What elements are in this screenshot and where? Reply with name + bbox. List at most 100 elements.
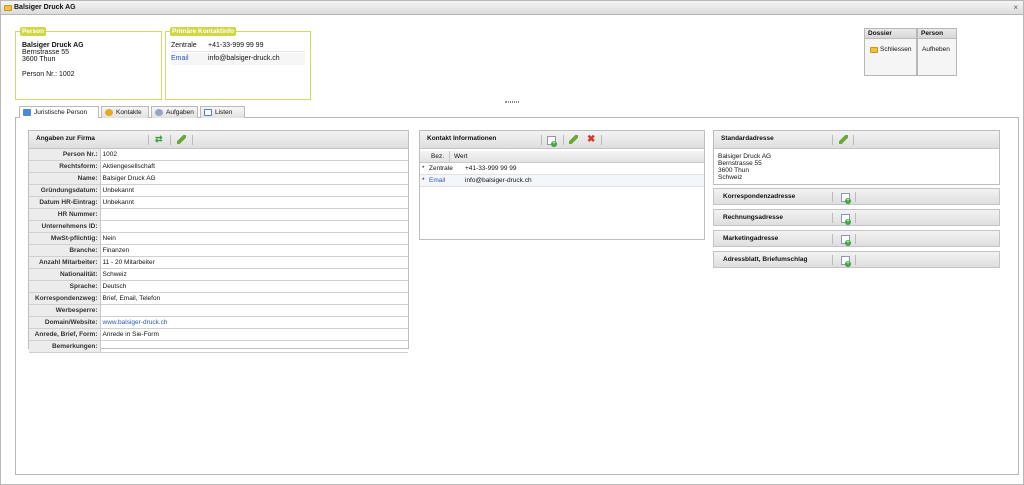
divider xyxy=(832,234,833,244)
tab-listen[interactable]: Listen xyxy=(200,106,245,118)
person-toolbar-group: Person Aufheben xyxy=(917,28,957,76)
field-value: Unbekannt xyxy=(100,184,408,198)
field-label: Gründungsdatum: xyxy=(29,184,101,198)
field-value: Deutsch xyxy=(100,280,408,294)
col-wert-header[interactable]: Wert xyxy=(454,153,468,160)
field-label: Sprache: xyxy=(29,280,101,294)
field-label: Anrede, Brief, Form: xyxy=(29,328,101,342)
splitter-handle[interactable] xyxy=(505,101,519,103)
add-icon[interactable] xyxy=(841,256,851,267)
contact-key[interactable]: Email xyxy=(171,53,189,65)
add-icon[interactable] xyxy=(841,193,851,204)
field-row: Domain/Website: www.balsiger-druck.ch xyxy=(29,316,408,330)
close-button[interactable]: × xyxy=(1013,3,1018,12)
dossier-toolbar-group: Dossier Schliessen xyxy=(864,28,917,76)
title-bar: Balsiger Druck AG × xyxy=(1,1,1023,15)
contact-row: Email info@balsiger-druck.ch xyxy=(171,53,305,65)
field-row: Branche: Finanzen xyxy=(29,244,408,258)
contact-info-title: Kontakt Informationen xyxy=(427,135,497,142)
field-label: Nationalität: xyxy=(29,268,101,282)
tab-kontakte[interactable]: Kontakte xyxy=(101,106,149,118)
tab-label: Aufgaben xyxy=(166,109,194,116)
close-dossier-button[interactable]: Schliessen xyxy=(880,46,911,53)
field-value: Schweiz xyxy=(100,268,408,282)
company-panel-title: Angaben zur Firma xyxy=(36,135,95,142)
korrespondenzadresse-bar[interactable]: Korrespondenzadresse xyxy=(713,188,1000,205)
contact-wert: info@balsiger-druck.ch xyxy=(465,177,532,184)
tab-aufgaben[interactable]: Aufgaben xyxy=(151,106,198,118)
field-row: Unternehmens ID: xyxy=(29,220,408,234)
delete-icon[interactable]: ✖ xyxy=(587,135,596,145)
divider xyxy=(832,192,833,202)
tab-label: Kontakte xyxy=(116,109,142,116)
contact-wert: +41-33-999 99 99 xyxy=(465,165,517,172)
field-label: Datum HR-Eintrag: xyxy=(29,196,101,210)
tab-content: Angaben zur Firma ⇄ Person Nr.: 1002 Recht… xyxy=(15,118,1019,475)
divider xyxy=(148,135,149,145)
add-icon[interactable] xyxy=(841,214,851,225)
adressblatt-bar[interactable]: Adressblatt, Briefumschlag xyxy=(713,251,1000,268)
field-row: HR Nummer: xyxy=(29,208,408,222)
field-value: Balsiger Druck AG xyxy=(100,172,408,186)
edit-icon[interactable] xyxy=(839,135,848,144)
divider xyxy=(855,192,856,202)
divider xyxy=(192,135,193,145)
rechnungsadresse-bar[interactable]: Rechnungsadresse xyxy=(713,209,1000,226)
marketingadresse-bar[interactable]: Marketingadresse xyxy=(713,230,1000,247)
field-value: Unbekannt xyxy=(100,196,408,210)
field-label: Unternehmens ID: xyxy=(29,220,101,234)
field-row: Name: Balsiger Druck AG xyxy=(29,172,408,186)
contact-grid-row[interactable]: * Zentrale +41-33-999 99 99 xyxy=(420,163,704,175)
company-fields-table: Person Nr.: 1002 Rechtsform: Aktiengesellsc… xyxy=(29,149,408,354)
folder-icon xyxy=(870,47,878,53)
field-value: Anrede in Sie-Form xyxy=(100,328,408,342)
add-icon[interactable] xyxy=(547,136,557,147)
divider xyxy=(541,135,542,145)
unlink-person-button[interactable]: Aufheben xyxy=(922,46,950,53)
field-value[interactable]: www.balsiger-druck.ch xyxy=(100,316,408,330)
refresh-icon[interactable]: ⇄ xyxy=(155,135,164,144)
tab-strip: Juristische Person Kontakte Aufgaben Lis… xyxy=(15,105,1019,119)
field-label: Domain/Website: xyxy=(29,316,101,330)
field-label: Person Nr.: xyxy=(29,149,101,162)
address-line: Schweiz xyxy=(718,174,743,181)
person-header: Person xyxy=(918,29,956,39)
tasks-icon xyxy=(155,109,163,116)
address-line: Balsiger Druck AG xyxy=(718,153,772,160)
contact-grid-row[interactable]: * Email info@balsiger-druck.ch xyxy=(420,175,704,187)
field-row: Datum HR-Eintrag: Unbekannt xyxy=(29,196,408,210)
standard-address-panel: Standardadresse Balsiger Druck AG Bernst… xyxy=(713,130,1000,185)
divider xyxy=(855,234,856,244)
field-label: Name: xyxy=(29,172,101,186)
edit-icon[interactable] xyxy=(569,135,578,144)
address-line: 3600 Thun xyxy=(718,167,749,174)
divider xyxy=(853,135,854,145)
folder-icon xyxy=(4,5,12,11)
contact-key: Zentrale xyxy=(171,42,197,49)
person-city: 3600 Thun xyxy=(22,56,56,63)
field-label: Werbesperre: xyxy=(29,304,101,318)
field-row: Nationalität: Schweiz xyxy=(29,268,408,282)
field-value xyxy=(100,220,408,234)
col-bez-header[interactable]: Bez. xyxy=(431,153,444,160)
standard-address-header: Standardadresse xyxy=(714,131,999,149)
field-row: Sprache: Deutsch xyxy=(29,280,408,294)
divider xyxy=(832,213,833,223)
field-value: 1002 xyxy=(100,149,408,162)
contact-info-panel: Kontakt Informationen ✖ Bez. Wert * Zent… xyxy=(419,130,705,240)
standard-address-text: Balsiger Druck AG Bernstrasse 55 3600 Th… xyxy=(718,153,771,181)
contact-grid-header: Bez. Wert xyxy=(420,151,704,163)
field-row: Person Nr.: 1002 xyxy=(29,149,408,162)
primary-contact-box: Primäre Kontaktinfo Zentrale +41-33-999 … xyxy=(165,27,311,100)
address-type-label: Marketingadresse xyxy=(723,235,779,242)
field-value xyxy=(100,208,408,222)
field-row: Gründungsdatum: Unbekannt xyxy=(29,184,408,198)
tab-label: Listen xyxy=(215,109,233,116)
field-row: Anzahl Mitarbeiter: 11 - 20 Mitarbeiter xyxy=(29,256,408,270)
divider xyxy=(855,255,856,265)
contact-value: info@balsiger-druck.ch xyxy=(208,55,280,62)
add-icon[interactable] xyxy=(841,235,851,246)
field-row: Werbesperre: xyxy=(29,304,408,318)
contact-bez: Zentrale xyxy=(429,165,453,172)
edit-icon[interactable] xyxy=(177,135,186,144)
